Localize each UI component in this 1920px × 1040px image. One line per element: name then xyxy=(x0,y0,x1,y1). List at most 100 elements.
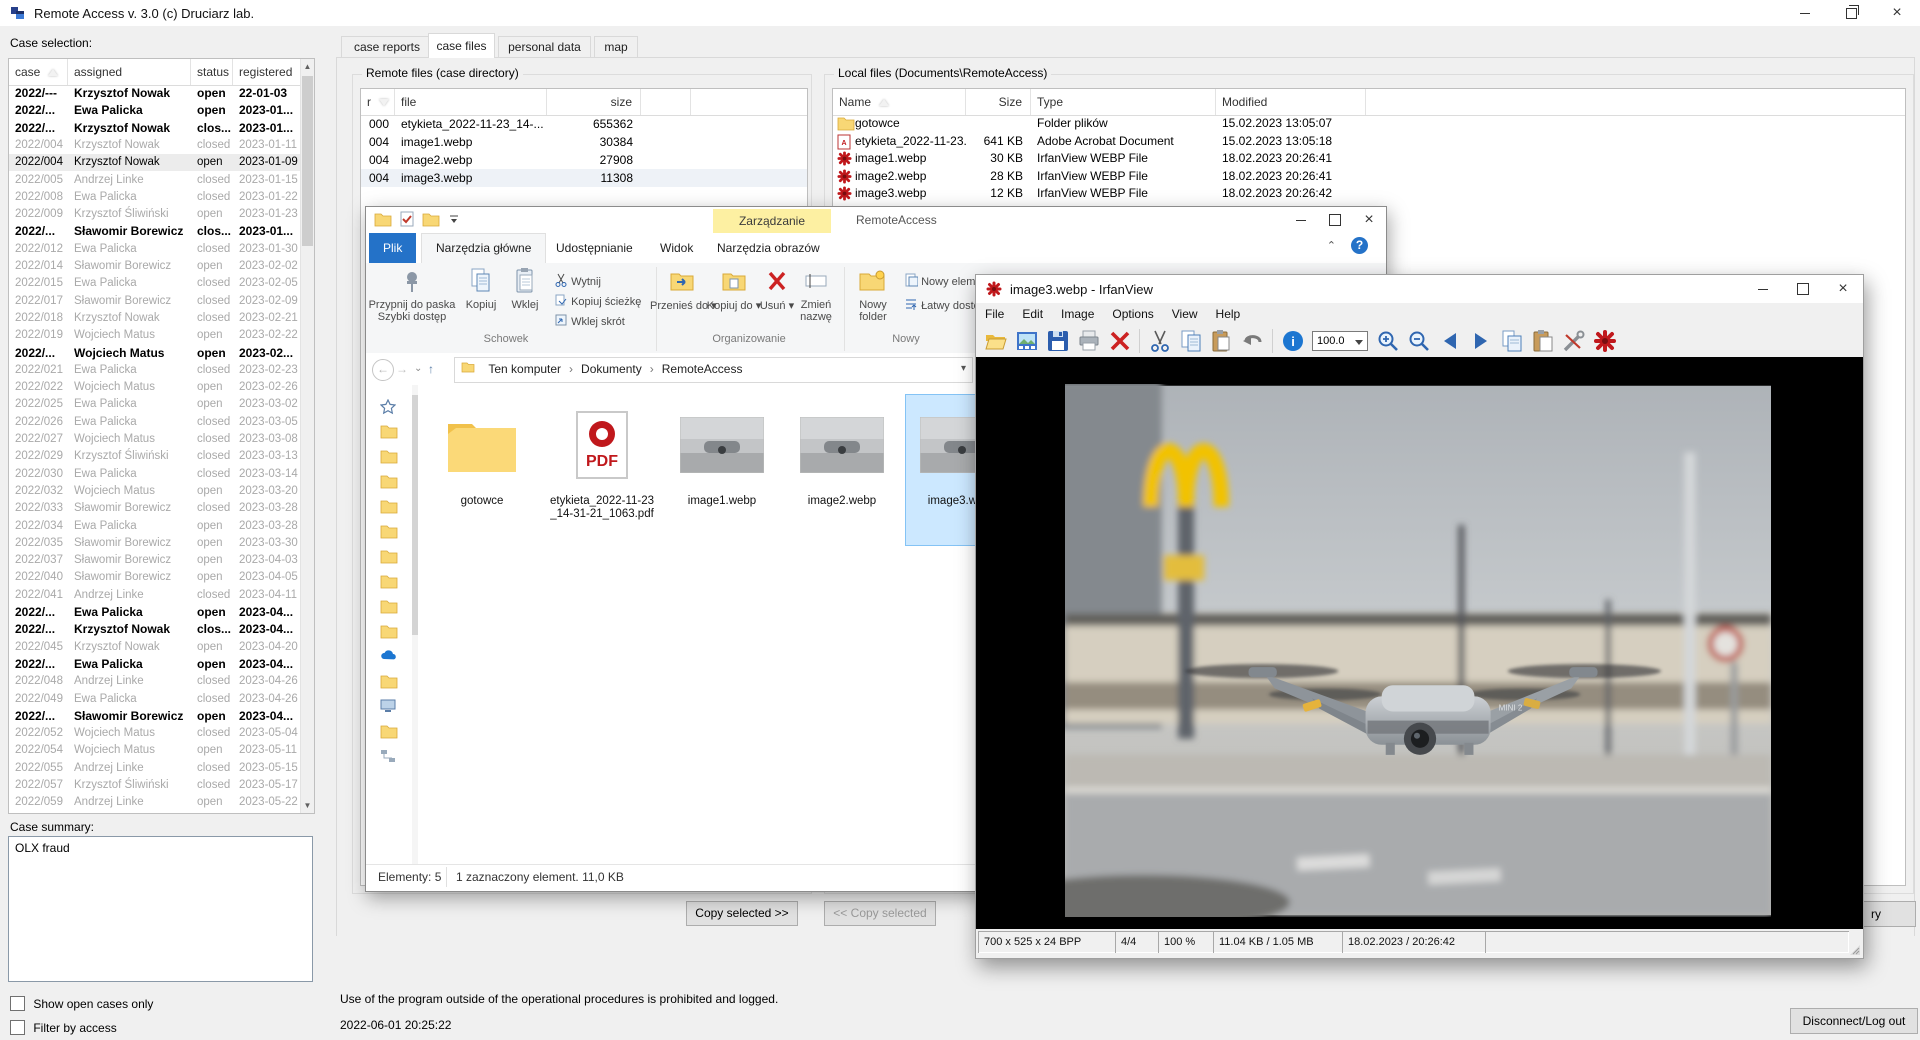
address-dropdown-icon[interactable]: ▾ xyxy=(961,358,966,380)
scroll-up-icon[interactable]: ▲ xyxy=(301,59,314,74)
folder-icon[interactable] xyxy=(380,474,398,489)
case-row[interactable]: 2022/048Andrzej Linkeclosed2023-04-26 xyxy=(9,673,301,690)
tab-personal-data[interactable]: personal data xyxy=(498,36,591,57)
case-row[interactable]: 2022/030Ewa Palickaclosed2023-03-14 xyxy=(9,466,301,483)
network-icon[interactable] xyxy=(380,749,396,763)
folder-icon[interactable] xyxy=(380,549,398,564)
col-type[interactable]: Type xyxy=(1031,89,1216,115)
paste-shortcut-button[interactable]: Wklej skrót xyxy=(554,313,625,328)
col-assigned[interactable]: assigned xyxy=(68,59,191,85)
menu-options[interactable]: Options xyxy=(1103,303,1162,325)
case-row[interactable]: 2022/049Ewa Palickaclosed2023-04-26 xyxy=(9,691,301,708)
local-file-row[interactable]: gotowceFolder plików15.02.2023 13:05:07 xyxy=(833,115,1905,133)
next-icon[interactable] xyxy=(1469,329,1493,353)
open-folder-icon[interactable] xyxy=(984,329,1008,353)
tab-map[interactable]: map xyxy=(594,36,638,57)
local-file-row[interactable]: image1.webp30 KBIrfanView WEBP File18.02… xyxy=(833,150,1905,168)
quick-access-star-icon[interactable] xyxy=(380,399,396,415)
col-file[interactable]: file xyxy=(395,89,547,115)
case-row[interactable]: 2022/014Sławomir Borewiczopen2023-02-02 xyxy=(9,258,301,275)
pin-label-1[interactable]: Przypnij do paska xyxy=(366,299,458,311)
file-item-image2-webp[interactable]: image2.webp xyxy=(786,395,898,545)
remote-file-row[interactable]: 004image3.webp11308 xyxy=(361,169,807,187)
case-row[interactable]: 2022/008Ewa Palickaclosed2023-01-22 xyxy=(9,189,301,206)
case-row[interactable]: 2022/018Krzysztof Nowakclosed2023-02-21 xyxy=(9,310,301,327)
info-icon[interactable]: i xyxy=(1281,329,1305,353)
case-row[interactable]: 2022/...Krzysztof Nowakclos...2023-01... xyxy=(9,120,301,137)
case-row[interactable]: 2022/...Ewa Palickaopen2023-01... xyxy=(9,102,301,119)
irfanview-close-button[interactable]: × xyxy=(1823,275,1863,303)
case-row[interactable]: 2022/005Andrzej Linkeclosed2023-01-15 xyxy=(9,172,301,189)
tab-udostepnianie[interactable]: Udostępnianie xyxy=(542,233,647,263)
thumbnails-icon[interactable] xyxy=(1015,329,1039,353)
folder-icon[interactable] xyxy=(380,624,398,639)
case-row[interactable]: 2022/022Wojciech Matusopen2023-02-26 xyxy=(9,379,301,396)
new-folder-icon[interactable] xyxy=(858,269,886,293)
case-row[interactable]: 2022/045Krzysztof Nowakopen2023-04-20 xyxy=(9,639,301,656)
remote-file-row[interactable]: 004image1.webp30384 xyxy=(361,133,807,151)
rename-icon[interactable] xyxy=(804,269,828,293)
copy-icon[interactable] xyxy=(469,267,493,295)
tab-case-files[interactable]: case files xyxy=(428,33,495,58)
irfanview-minimize-button[interactable] xyxy=(1743,275,1783,303)
main-minimize-button[interactable] xyxy=(1782,0,1828,26)
save-icon[interactable] xyxy=(1046,329,1070,353)
col-case[interactable]: case xyxy=(9,59,68,85)
folder-icon[interactable] xyxy=(380,449,398,464)
explorer-close-button[interactable]: × xyxy=(1352,207,1386,233)
breadcrumb-chevron-icon[interactable]: › xyxy=(567,358,575,380)
menu-file[interactable]: File xyxy=(976,303,1013,325)
case-row[interactable]: 2022/059Andrzej Linkeopen2023-05-22 xyxy=(9,794,301,811)
file-item-gotowce[interactable]: gotowce xyxy=(426,395,538,545)
case-row[interactable]: 2022/019Wojciech Matusopen2023-02-22 xyxy=(9,327,301,344)
copy-path-button[interactable]: Kopiuj ścieżkę xyxy=(554,293,641,308)
tab-case-reports[interactable]: case reports xyxy=(341,36,433,57)
copy-to-icon[interactable] xyxy=(721,269,747,293)
irfanview-maximize-button[interactable] xyxy=(1783,275,1823,303)
case-row[interactable]: 2022/057Krzysztof Śliwińskiclosed2023-05… xyxy=(9,777,301,794)
case-table-header[interactable]: case assigned status registered xyxy=(9,59,314,86)
breadcrumb-segment[interactable]: RemoteAccess xyxy=(656,358,749,380)
folder-icon[interactable] xyxy=(422,212,440,227)
case-summary-box[interactable]: OLX fraud xyxy=(8,836,313,982)
show-open-cases-checkbox[interactable]: Show open cases only xyxy=(10,996,153,1014)
remote-table-header[interactable]: r file size xyxy=(361,89,807,116)
tab-narzedzia-glowne[interactable]: Narzędzia główne xyxy=(421,233,546,264)
tab-narzedzia-obrazow[interactable]: Narzędzia obrazów xyxy=(703,233,834,263)
case-row[interactable]: 2022/052Wojciech Matusclosed2023-05-04 xyxy=(9,725,301,742)
tab-widok[interactable]: Widok xyxy=(646,233,707,263)
copy-to-remote-button[interactable]: << Copy selected xyxy=(824,901,936,926)
remote-file-row[interactable]: 000etykieta_2022-11-23_14-...655362 xyxy=(361,115,807,133)
case-row[interactable]: 2022/035Sławomir Borewiczopen2023-03-30 xyxy=(9,535,301,552)
qat-dropdown-icon[interactable] xyxy=(448,213,460,225)
zoom-in-icon[interactable] xyxy=(1376,329,1400,353)
main-restore-button[interactable] xyxy=(1828,0,1874,26)
file-item-etykieta-2022-11-23-14-31-21-1063-pdf[interactable]: PDFetykieta_2022-11-23_14-31-21_1063.pdf xyxy=(546,395,658,545)
menu-image[interactable]: Image xyxy=(1052,303,1103,325)
address-box[interactable]: Ten komputer›Dokumenty›RemoteAccess ▾ xyxy=(454,357,973,383)
tab-plik[interactable]: Plik xyxy=(369,233,416,263)
case-row[interactable]: 2022/004Krzysztof Nowakclosed2023-01-11 xyxy=(9,137,301,154)
contextual-tab-manage[interactable]: Zarządzanie xyxy=(713,209,831,233)
copy-clip-icon[interactable] xyxy=(1500,329,1524,353)
case-row[interactable]: 2022/040Sławomir Borewiczopen2023-04-05 xyxy=(9,569,301,586)
scroll-down-icon[interactable]: ▼ xyxy=(301,798,314,813)
case-row[interactable]: 2022/...Sławomir Borewiczopen2023-04... xyxy=(9,708,301,725)
case-row[interactable]: 2022/009Krzysztof Śliwińskiopen2023-01-2… xyxy=(9,206,301,223)
explorer-minimize-button[interactable] xyxy=(1284,207,1318,233)
case-row[interactable]: 2022/029Krzysztof Śliwińskiclosed2023-03… xyxy=(9,448,301,465)
copy-icon[interactable] xyxy=(1179,329,1203,353)
case-row[interactable]: 2022/...Krzysztof Nowakopen2023-05... xyxy=(9,812,301,813)
check-doc-icon[interactable] xyxy=(400,211,414,227)
cut-button[interactable]: Wytnij xyxy=(554,273,601,288)
col-size[interactable]: size xyxy=(547,89,641,115)
case-row[interactable]: 2022/017Sławomir Borewiczclosed2023-02-0… xyxy=(9,293,301,310)
col-name[interactable]: Name xyxy=(833,89,966,115)
quick-access-toolbar[interactable] xyxy=(374,211,460,227)
case-row[interactable]: 2022/033Sławomir Borewiczclosed2023-03-2… xyxy=(9,500,301,517)
print-icon[interactable] xyxy=(1077,329,1101,353)
local-table-header[interactable]: Name Size Type Modified xyxy=(833,89,1905,116)
explorer-maximize-button[interactable] xyxy=(1318,207,1352,233)
image-viewport[interactable]: MINI 2 xyxy=(976,357,1863,929)
exit-flower-icon[interactable] xyxy=(1593,329,1617,353)
